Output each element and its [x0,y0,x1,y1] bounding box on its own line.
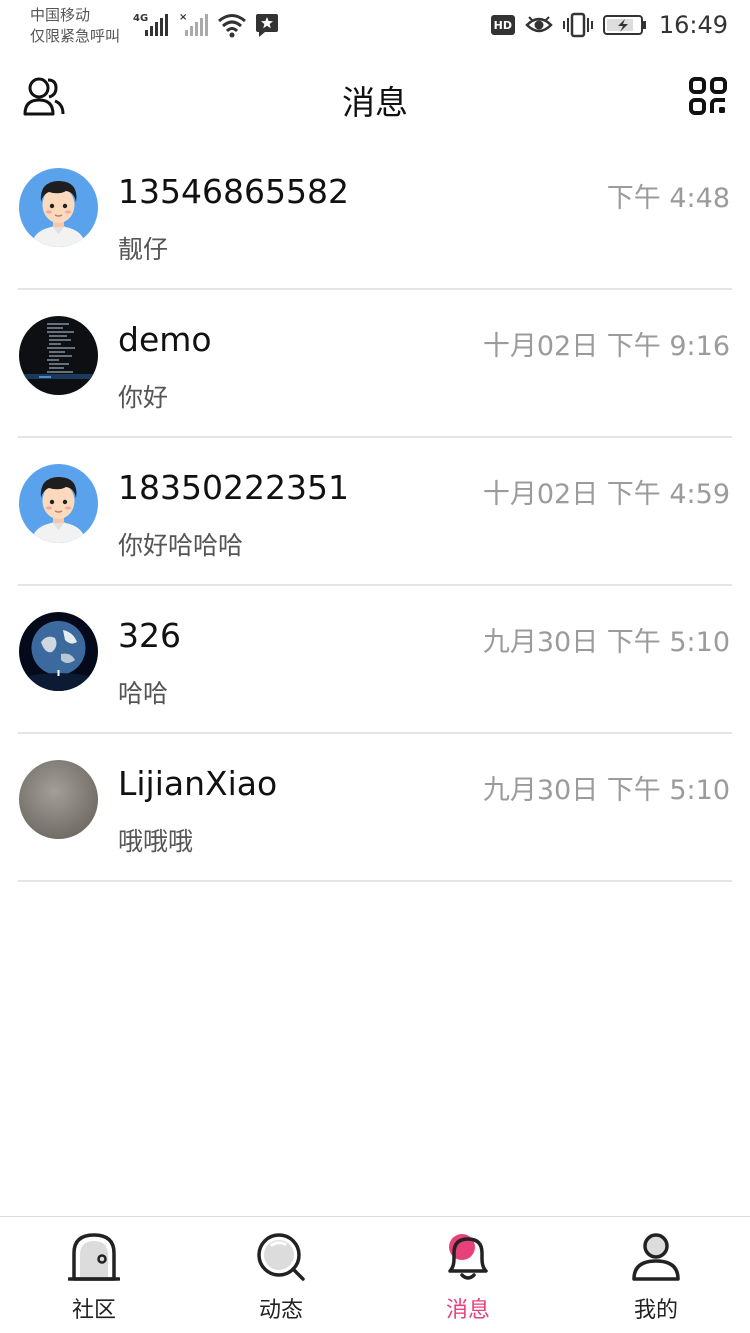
contact-name: 326 [118,616,181,655]
bottom-navigation: 社区 动态 消息 我的 [0,1216,750,1333]
conversation-item[interactable]: 13546865582 下午 4:48 靓仔 [0,142,750,290]
wifi-icon [218,14,246,38]
carrier-name: 中国移动 [30,6,91,24]
conversation-item[interactable]: 326 九月30日 下午 5:10 哈哈 [0,586,750,734]
carrier-info: 中国移动 仅限紧急呼叫 [30,5,120,47]
system-icons: HD 16:49 [490,8,728,42]
avatar [19,168,98,247]
message-preview: 哈哈 [118,679,169,708]
conversation-item[interactable]: 18350222351 十月02日 下午 4:59 你好哈哈哈 [0,438,750,586]
page-title: 消息 [342,83,408,122]
signal-4g-icon: 4G [133,13,168,36]
clock: 16:49 [658,11,728,39]
battery-charging-icon [602,15,646,35]
gray-photo-avatar-icon [19,760,98,839]
cartoon-boy-avatar-icon [19,464,98,543]
message-time: 九月30日 下午 5:10 [482,627,730,658]
conversation-item[interactable]: demo 十月02日 下午 9:16 你好 [0,290,750,438]
signal-off-icon: × [179,12,208,36]
notification-app-icon [256,14,278,37]
contact-name: 13546865582 [118,172,349,211]
community-icon [68,1233,120,1281]
message-time: 十月02日 下午 9:16 [482,331,730,362]
tab-community[interactable]: 社区 [34,1217,154,1333]
header-bar: 消息 [0,60,750,136]
hd-badge: HD [490,15,515,35]
search-bubble-icon [257,1233,305,1281]
conversation-list: 13546865582 下午 4:48 靓仔 demo 十月02日 下午 9:1… [0,142,750,882]
cartoon-boy-avatar-icon [19,168,98,247]
scan-qr-button[interactable] [688,76,728,116]
avatar [19,612,98,691]
message-preview: 哦哦哦 [118,827,194,856]
nav-label: 消息 [445,1298,490,1323]
bell-icon [448,1234,488,1280]
nav-label: 动态 [258,1298,303,1323]
carrier-status: 仅限紧急呼叫 [30,27,121,45]
vibrate-icon [562,12,593,38]
message-time: 九月30日 下午 5:10 [482,775,730,806]
status-bar: 中国移动 仅限紧急呼叫 4G × HD 16:49 [0,0,750,52]
message-preview: 你好 [118,383,169,412]
nav-label: 社区 [71,1298,116,1323]
tab-moments[interactable]: 动态 [221,1217,341,1333]
contact-name: LijianXiao [118,764,278,803]
eye-comfort-icon [525,16,553,33]
svg-text:×: × [179,12,187,23]
avatar [19,760,98,839]
message-time: 下午 4:48 [606,183,730,214]
avatar [19,464,98,543]
signal-group: 4G × [133,10,279,40]
message-preview: 你好哈哈哈 [118,531,244,560]
contact-name: 18350222351 [118,468,349,507]
message-preview: 靓仔 [118,235,169,264]
person-icon [632,1233,680,1281]
conversation-item[interactable]: LijianXiao 九月30日 下午 5:10 哦哦哦 [0,734,750,882]
tab-messages[interactable]: 消息 [408,1217,528,1333]
code-screen-avatar-icon [19,316,98,395]
contact-name: demo [118,320,212,359]
earth-avatar-icon [19,612,98,691]
tab-profile[interactable]: 我的 [596,1217,716,1333]
svg-text:4G: 4G [133,13,148,24]
nav-label: 我的 [633,1298,678,1323]
avatar [19,316,98,395]
qr-code-icon [689,77,727,115]
message-time: 十月02日 下午 4:59 [482,479,730,510]
